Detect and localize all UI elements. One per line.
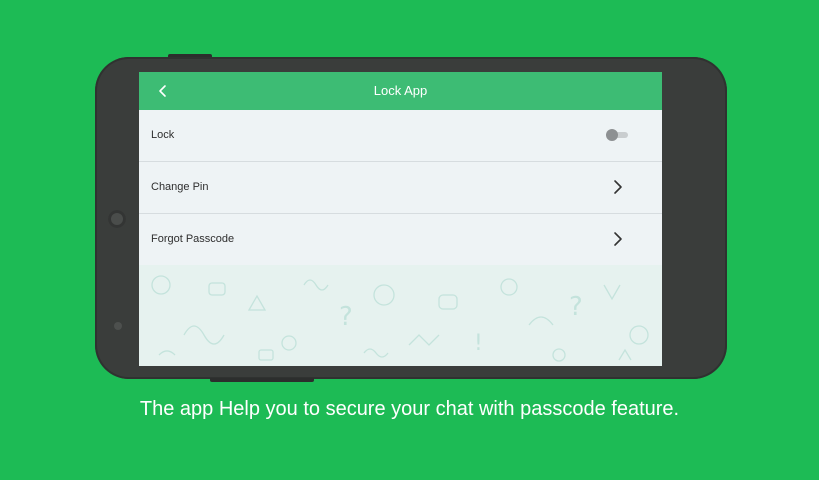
chevron-right-icon bbox=[614, 232, 622, 246]
lock-label: Lock bbox=[151, 129, 175, 141]
settings-row-change-pin[interactable]: Change Pin bbox=[139, 162, 662, 214]
front-camera bbox=[108, 210, 126, 228]
phone-sensor bbox=[114, 322, 122, 330]
lock-toggle[interactable] bbox=[606, 129, 628, 141]
change-pin-label: Change Pin bbox=[151, 181, 209, 193]
svg-text:?: ? bbox=[569, 292, 583, 322]
toggle-knob bbox=[606, 129, 618, 141]
svg-text:!: ! bbox=[474, 331, 483, 356]
doodle-background-pattern: ? ! ? bbox=[139, 265, 662, 366]
settings-row-lock[interactable]: Lock bbox=[139, 110, 662, 162]
chevron-right-icon bbox=[614, 180, 622, 194]
phone-screen: Lock App Lock Change Pin Forgot Passcode… bbox=[139, 72, 662, 366]
forgot-passcode-label: Forgot Passcode bbox=[151, 233, 235, 245]
page-title: Lock App bbox=[373, 83, 428, 98]
phone-power-button bbox=[210, 378, 314, 382]
app-bar: Lock App bbox=[139, 72, 662, 110]
settings-row-forgot-passcode[interactable]: Forgot Passcode bbox=[139, 214, 662, 266]
svg-text:?: ? bbox=[339, 302, 353, 332]
caption-text: The app Help you to secure your chat wit… bbox=[139, 398, 680, 420]
